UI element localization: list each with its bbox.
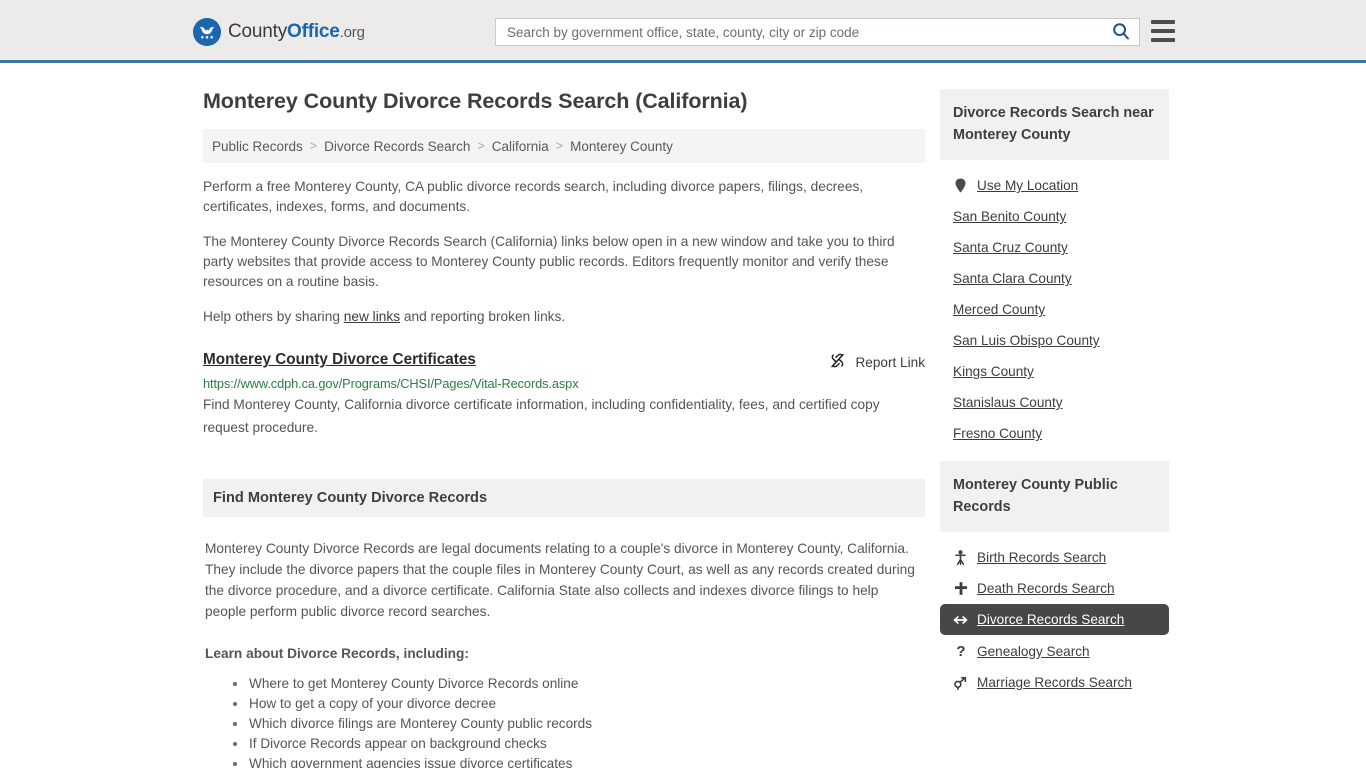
breadcrumb-separator: > (309, 139, 318, 153)
nearby-searches-heading: Divorce Records Search near Monterey Cou… (940, 89, 1169, 160)
breadcrumb-separator: > (477, 139, 485, 153)
hamburger-bar (1151, 29, 1175, 33)
nearby-county-row[interactable]: Merced County (940, 294, 1169, 325)
map-pin-icon (953, 178, 968, 193)
public-records-heading: Monterey County Public Records (940, 461, 1169, 532)
nearby-county-link[interactable]: Santa Clara County (953, 271, 1072, 286)
list-item: How to get a copy of your divorce decree (233, 694, 923, 714)
search-input[interactable] (496, 19, 1103, 45)
result-url: https://www.cdph.ca.gov/Programs/CHSI/Pa… (203, 376, 579, 391)
nearby-county-link[interactable]: Santa Cruz County (953, 240, 1068, 255)
list-item: If Divorce Records appear on background … (233, 734, 923, 754)
section-body: Monterey County Divorce Records are lega… (203, 538, 925, 768)
search-button[interactable] (1103, 19, 1139, 45)
site-logo-text: CountyOffice.org (228, 21, 365, 43)
public-records-list: Birth Records Search Death Records Searc… (940, 532, 1169, 698)
genealogy-search-link[interactable]: Genealogy Search (977, 644, 1090, 659)
nearby-county-row[interactable]: Santa Cruz County (940, 232, 1169, 263)
sidebar: Divorce Records Search near Monterey Cou… (940, 89, 1169, 710)
male-female-icon (953, 676, 968, 690)
nearby-county-row[interactable]: San Benito County (940, 201, 1169, 232)
list-item: Which divorce filings are Monterey Count… (233, 714, 923, 734)
breadcrumb-separator: > (555, 139, 564, 153)
section-heading: Find Monterey County Divorce Records (203, 479, 925, 517)
logo-text-org: .org (339, 24, 365, 41)
logo-text-county: County (228, 21, 288, 42)
breadcrumb: Public Records > Divorce Records Search … (203, 129, 925, 163)
site-header: CountyOffice.org (0, 0, 1366, 63)
public-records-widget: Monterey County Public Records Birth Rec… (940, 461, 1169, 698)
report-link-label: Report Link (855, 354, 925, 370)
sidebar-item-divorce-records[interactable]: Divorce Records Search (940, 604, 1169, 635)
nearby-county-row[interactable]: Santa Clara County (940, 263, 1169, 294)
use-my-location-row[interactable]: Use My Location (940, 170, 1169, 201)
list-item: Which government agencies issue divorce … (233, 754, 923, 768)
hamburger-bar (1151, 20, 1175, 24)
nearby-searches-list: Use My Location San Benito County Santa … (940, 160, 1169, 449)
result-description: Find Monterey County, California divorce… (203, 397, 880, 435)
site-logo[interactable]: CountyOffice.org (193, 18, 365, 46)
main-content: Monterey County Divorce Records Search (… (203, 89, 925, 768)
breadcrumb-item-public-records[interactable]: Public Records (212, 139, 303, 154)
learn-about-list: Where to get Monterey County Divorce Rec… (205, 674, 923, 768)
logo-text-office: Office (287, 21, 340, 42)
nearby-county-row[interactable]: San Luis Obispo County (940, 325, 1169, 356)
nearby-county-row[interactable]: Kings County (940, 356, 1169, 387)
intro-paragraph-1: Perform a free Monterey County, CA publi… (203, 179, 864, 214)
nearby-county-link[interactable]: Kings County (953, 364, 1034, 379)
share-text-after: and reporting broken links. (400, 309, 566, 324)
report-link-button[interactable]: Report Link (829, 351, 925, 372)
result-header-row: Monterey County Divorce Certificates Rep… (203, 351, 925, 372)
sidebar-item-genealogy[interactable]: ? Genealogy Search (940, 635, 1169, 667)
search-bar[interactable] (495, 18, 1140, 46)
birth-records-link[interactable]: Birth Records Search (977, 550, 1106, 565)
result-title-link[interactable]: Monterey County Divorce Certificates (203, 351, 476, 369)
page-title: Monterey County Divorce Records Search (… (203, 89, 748, 113)
broken-link-icon (829, 352, 846, 372)
hamburger-menu-icon[interactable] (1151, 20, 1175, 42)
hamburger-bar (1151, 38, 1175, 42)
nearby-county-link[interactable]: San Luis Obispo County (953, 333, 1100, 348)
list-item: Where to get Monterey County Divorce Rec… (233, 674, 923, 694)
nearby-searches-widget: Divorce Records Search near Monterey Cou… (940, 89, 1169, 449)
death-records-link[interactable]: Death Records Search (977, 581, 1115, 596)
search-result-item: Monterey County Divorce Certificates Rep… (203, 351, 925, 439)
learn-about-heading: Learn about Divorce Records, including: (205, 646, 469, 661)
new-links-link[interactable]: new links (344, 309, 400, 324)
sidebar-item-birth-records[interactable]: Birth Records Search (940, 542, 1169, 573)
share-text-before: Help others by sharing (203, 309, 344, 324)
question-mark-icon: ? (953, 643, 968, 659)
divorce-records-link[interactable]: Divorce Records Search (977, 612, 1124, 627)
section-paragraph: Monterey County Divorce Records are lega… (205, 541, 915, 619)
sidebar-item-marriage-records[interactable]: Marriage Records Search (940, 667, 1169, 698)
breadcrumb-item-monterey-county[interactable]: Monterey County (570, 139, 673, 154)
nearby-county-row[interactable]: Fresno County (940, 418, 1169, 449)
sidebar-item-death-records[interactable]: Death Records Search (940, 573, 1169, 604)
breadcrumb-item-divorce-records-search[interactable]: Divorce Records Search (324, 139, 470, 154)
nearby-county-link[interactable]: Merced County (953, 302, 1045, 317)
cross-icon (953, 581, 968, 596)
marriage-records-link[interactable]: Marriage Records Search (977, 675, 1132, 690)
svg-text:?: ? (956, 643, 965, 659)
baby-icon (953, 550, 968, 565)
breadcrumb-item-california[interactable]: California (492, 139, 549, 154)
nearby-county-link[interactable]: San Benito County (953, 209, 1066, 224)
county-office-logo-icon (193, 18, 221, 46)
nearby-county-link[interactable]: Fresno County (953, 426, 1042, 441)
nearby-county-link[interactable]: Stanislaus County (953, 395, 1063, 410)
nearby-county-row[interactable]: Stanislaus County (940, 387, 1169, 418)
intro-paragraph-2: The Monterey County Divorce Records Sear… (203, 234, 895, 289)
use-my-location-link[interactable]: Use My Location (977, 178, 1078, 193)
search-icon (1112, 22, 1130, 43)
intro-paragraph-3: Help others by sharing new links and rep… (203, 307, 925, 327)
left-right-arrow-icon (953, 614, 968, 626)
